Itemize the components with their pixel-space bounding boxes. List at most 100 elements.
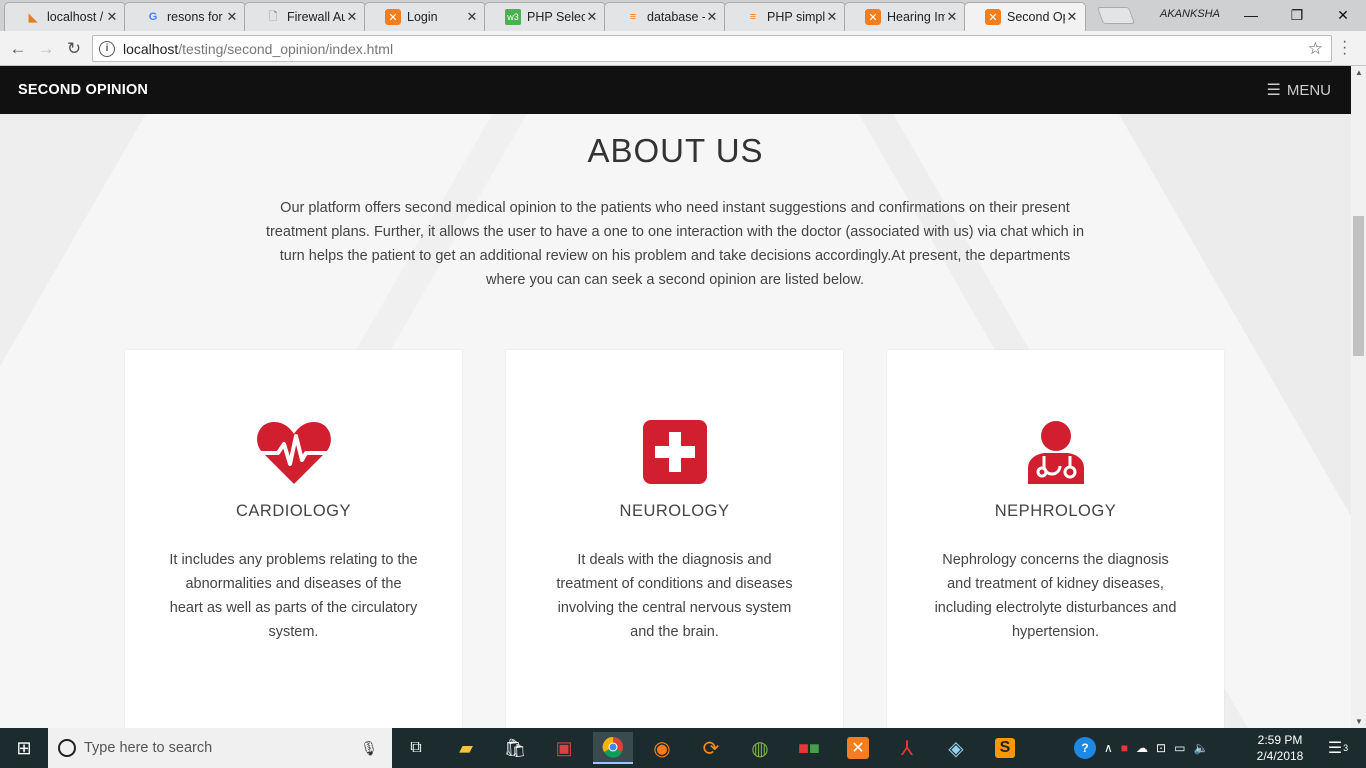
clock-date: 2/4/2018	[1256, 749, 1304, 763]
xampp-icon: ✕	[865, 9, 881, 25]
close-icon[interactable]: ✕	[465, 9, 479, 25]
tab-title: resons for f	[167, 10, 225, 24]
help-icon[interactable]: ?	[1074, 737, 1096, 759]
department-description: It includes any problems relating to the…	[169, 552, 418, 640]
more-menu-icon[interactable]: · · ·	[1342, 34, 1347, 62]
app-icon[interactable]: ⟳	[691, 732, 731, 764]
app-icon[interactable]: ▣	[544, 732, 584, 764]
browser-tab[interactable]: ✕ Login ✕	[364, 2, 486, 31]
close-window-icon[interactable]: ✕	[1320, 0, 1366, 30]
site-brand[interactable]: SECOND OPINION	[18, 82, 148, 98]
browser-tab[interactable]: 🗋 Firewall Aut ✕	[244, 2, 366, 31]
restore-icon[interactable]: ❐	[1274, 0, 1320, 30]
tab-title: Firewall Aut	[287, 10, 345, 24]
gift-icon[interactable]: ■	[1121, 741, 1128, 755]
hamburger-icon: ☰	[1266, 82, 1281, 99]
tab-title: Login	[407, 10, 438, 24]
close-icon[interactable]: ✕	[345, 9, 359, 25]
menu-label: MENU	[1286, 81, 1331, 99]
network-icon[interactable]: ⊡	[1156, 741, 1166, 755]
tab-title: Hearing Im	[887, 10, 945, 24]
heartbeat-icon	[125, 420, 462, 490]
action-center-icon[interactable]: ☰ 3	[1318, 732, 1358, 764]
bookmark-star-icon[interactable]: ☆	[1308, 39, 1323, 59]
close-icon[interactable]: ✕	[225, 9, 239, 25]
browser-toolbar: ← → ↻ i localhost/testing/second_opinion…	[0, 31, 1366, 66]
browser-tab[interactable]: G resons for f ✕	[124, 2, 246, 31]
chevron-up-icon[interactable]: ∧	[1104, 741, 1113, 755]
department-card: NEPHROLOGY Nephrology concerns the diagn…	[887, 350, 1224, 728]
forward-icon[interactable]: →	[34, 37, 58, 61]
minimize-icon[interactable]: —	[1228, 0, 1274, 30]
close-icon[interactable]: ✕	[105, 9, 119, 25]
task-view-icon[interactable]: ⧉	[396, 732, 436, 764]
app-icon[interactable]: ■ ■	[789, 732, 829, 764]
chrome-icon[interactable]	[593, 732, 633, 764]
close-icon[interactable]: ✕	[945, 9, 959, 25]
firefox-icon[interactable]: ◉	[642, 732, 682, 764]
w3-icon: w3	[505, 9, 521, 25]
taskbar-search-box[interactable]: Type here to search 🎙	[48, 728, 392, 768]
profile-name[interactable]: AKANKSHA	[1160, 8, 1220, 20]
tab-title: PHP simple	[767, 10, 825, 24]
menu-button[interactable]: ☰ MENU	[1266, 80, 1331, 100]
site-navbar: SECOND OPINION ☰ MENU	[0, 66, 1351, 114]
page-scrollbar[interactable]: ▲ ▼	[1351, 66, 1366, 728]
back-icon[interactable]: ←	[6, 37, 30, 61]
file-explorer-icon[interactable]: ▰	[446, 732, 486, 764]
department-title: NEPHROLOGY	[994, 502, 1117, 520]
acrobat-icon[interactable]: ⅄	[887, 732, 927, 764]
department-card: CARDIOLOGY It includes any problems rela…	[125, 350, 462, 728]
url-path: /testing/second_opinion/index.html	[178, 40, 394, 57]
department-title: CARDIOLOGY	[235, 502, 352, 520]
address-bar[interactable]: i localhost/testing/second_opinion/index…	[92, 35, 1332, 62]
tab-title: localhost /	[47, 10, 104, 24]
doctor-icon	[887, 420, 1224, 490]
close-icon[interactable]: ✕	[825, 9, 839, 25]
reload-icon[interactable]: ↻	[62, 37, 86, 61]
windows-start-icon[interactable]: ⊞	[0, 728, 48, 768]
battery-icon[interactable]: ▭	[1174, 741, 1185, 755]
xampp-icon[interactable]: ✕	[838, 732, 878, 764]
store-icon[interactable]: 🛍	[495, 732, 535, 764]
department-title: NEUROLOGY	[619, 502, 730, 520]
google-icon: G	[148, 11, 158, 23]
phpmyadmin-icon: ◣	[28, 11, 38, 24]
browser-tab[interactable]: ≡ database - ✕	[604, 2, 726, 31]
notification-count: 3	[1343, 743, 1349, 753]
tab-title: database -	[647, 10, 705, 24]
browser-tab[interactable]: w3 PHP Select ✕	[484, 2, 606, 31]
close-icon[interactable]: ✕	[705, 9, 719, 25]
close-icon[interactable]: ✕	[1065, 9, 1079, 25]
taskbar-clock[interactable]: 2:59 PM 2/4/2018	[1252, 732, 1308, 764]
onedrive-icon[interactable]: ☁	[1136, 741, 1148, 755]
app-icon[interactable]: ◈	[936, 732, 976, 764]
close-icon[interactable]: ✕	[585, 9, 599, 25]
page-icon: 🗋	[268, 10, 278, 23]
volume-icon[interactable]: 🔈	[1193, 741, 1208, 755]
cortana-icon	[58, 739, 76, 757]
microphone-icon[interactable]: 🎙	[360, 740, 378, 757]
scrollbar-thumb[interactable]	[1353, 216, 1364, 356]
android-studio-icon[interactable]: ◍	[740, 732, 780, 764]
browser-tab[interactable]: ≡ PHP simple ✕	[724, 2, 846, 31]
info-icon[interactable]: i	[99, 40, 115, 57]
about-text: Our platform offers second medical opini…	[265, 200, 1085, 288]
xampp-icon: ✕	[385, 9, 401, 25]
tab-title: PHP Select	[527, 10, 585, 24]
browser-tab[interactable]: ✕ Hearing Im ✕	[844, 2, 966, 31]
sublime-text-icon[interactable]: S	[985, 732, 1025, 764]
xampp-icon: ✕	[985, 9, 1001, 25]
scroll-down-icon[interactable]: ▼	[1355, 717, 1363, 726]
department-description: It deals with the diagnosis and treatmen…	[556, 552, 793, 640]
page-viewport: SECOND OPINION ☰ MENU ABOUT US Our platf…	[0, 66, 1351, 728]
scroll-up-icon[interactable]: ▲	[1355, 68, 1363, 77]
windows-taskbar: ⊞ Type here to search 🎙 ⧉ ▰ 🛍 ▣ ◉ ⟳ ◍ ■ ■…	[0, 728, 1366, 768]
new-tab-button[interactable]	[1096, 7, 1136, 24]
medical-cross-icon	[506, 420, 843, 490]
department-description: Nephrology concerns the diagnosis and tr…	[934, 552, 1177, 640]
stackoverflow-icon: ≡	[749, 11, 757, 23]
browser-tab-active[interactable]: ✕ Second Op ✕	[964, 2, 1086, 31]
system-tray: ? ∧ ■ ☁ ⊡ ▭ 🔈	[1074, 728, 1208, 768]
browser-tab[interactable]: ◣ localhost / ✕	[4, 2, 126, 31]
